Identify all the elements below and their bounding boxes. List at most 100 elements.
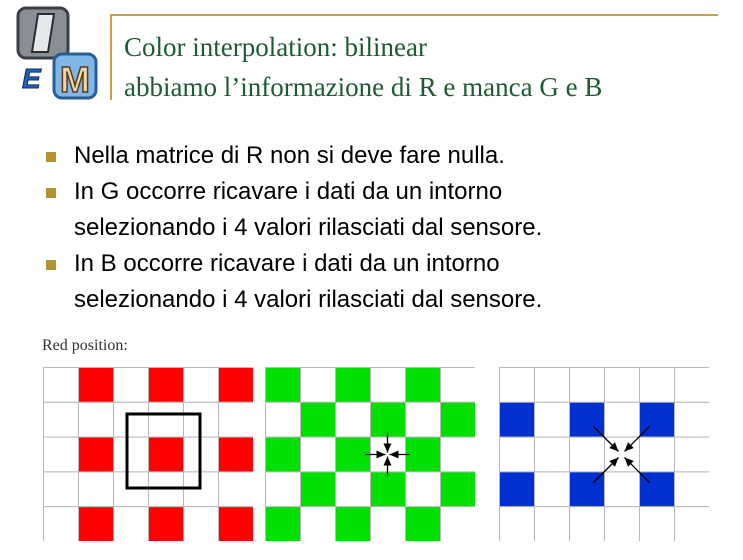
title-rule-horizontal [110,14,718,16]
empty-cell [113,401,149,438]
empty-cell [370,506,406,541]
empty-cell [183,506,219,541]
empty-cell [499,436,535,473]
empty-cell [218,401,253,438]
empty-cell [43,367,79,403]
empty-cell [43,506,79,541]
logo-tile-e: E [18,62,52,95]
filled-cell [265,506,301,541]
empty-cell [43,471,79,508]
empty-cell [300,506,336,541]
empty-cell [43,401,79,438]
filled-cell [265,367,301,403]
red-position-grid [43,367,253,541]
empty-cell [218,471,253,508]
empty-cell [300,436,336,473]
empty-cell [265,401,301,438]
filled-cell [218,506,253,541]
empty-cell [370,367,406,403]
title-line-1: Color interpolation: bilinear [124,32,427,62]
empty-cell [148,401,184,438]
bullet-text: In B occorre ricavare i dati da un intor… [74,250,543,313]
empty-cell [265,471,301,508]
empty-cell [674,471,709,508]
svg-text:E: E [22,63,42,94]
filled-cell [405,506,441,541]
empty-cell [405,401,441,438]
bullet-item: In B occorre ricavare i dati da un intor… [46,246,726,318]
empty-cell [569,367,605,403]
empty-cell [113,367,149,403]
filled-cell [335,506,371,541]
empty-cell [499,367,535,403]
empty-cell [534,401,570,438]
empty-cell [440,436,475,473]
green-interpolation-grid [265,367,475,541]
empty-cell [440,506,475,541]
empty-cell [335,401,371,438]
empty-cell [604,471,640,508]
bullet-item: In G occorre ricavare i dati da un intor… [46,174,726,246]
filled-cell [440,471,475,508]
empty-cell [113,506,149,541]
filled-cell [370,401,406,438]
empty-cell [534,436,570,473]
figure-caption: Red position: [42,337,128,354]
filled-cell [335,436,371,473]
bullet-text: In G occorre ricavare i dati da un intor… [74,178,543,241]
filled-cell [148,367,184,403]
filled-cell [499,401,535,438]
empty-cell [440,367,475,403]
empty-cell [78,401,114,438]
empty-cell [78,471,114,508]
title-rule-vertical [110,14,112,100]
square-bullet-icon [46,152,56,162]
empty-cell [639,436,675,473]
empty-cell [335,471,371,508]
empty-cell [534,471,570,508]
filled-cell [218,367,253,403]
square-bullet-icon [46,188,56,198]
filled-cell [405,436,441,473]
empty-cell [674,401,709,438]
empty-cell [674,367,709,403]
filled-cell [300,471,336,508]
empty-cell [604,506,640,541]
logo-tile-m: M [52,52,98,101]
filled-cell [78,367,114,403]
filled-cell [218,436,253,473]
filled-cell [499,471,535,508]
filled-cell [265,436,301,473]
empty-cell [183,367,219,403]
empty-cell [639,367,675,403]
empty-cell [300,367,336,403]
filled-cell [335,367,371,403]
bullet-item: Nella matrice di R non si deve fare null… [46,138,726,174]
empty-cell [604,367,640,403]
filled-cell [440,401,475,438]
filled-cell [148,506,184,541]
empty-cell [569,506,605,541]
filled-cell [300,401,336,438]
empty-cell [674,436,709,473]
empty-cell [43,436,79,473]
square-bullet-icon [46,260,56,270]
empty-cell [639,506,675,541]
empty-cell [674,506,709,541]
filled-cell [78,436,114,473]
filled-cell [405,367,441,403]
empty-cell [499,506,535,541]
empty-cell [604,401,640,438]
empty-cell [569,436,605,473]
filled-cell [148,436,184,473]
svg-text:M: M [60,59,90,100]
empty-cell [405,471,441,508]
filled-cell [78,506,114,541]
blue-interpolation-grid [499,367,709,541]
title-line-2: abbiamo l’informazione di R e manca G e … [124,72,603,102]
iem-logo: E M [16,6,98,101]
empty-cell [113,436,149,473]
empty-cell [534,506,570,541]
bullet-list: Nella matrice di R non si deve fare null… [46,138,726,318]
empty-cell [534,367,570,403]
